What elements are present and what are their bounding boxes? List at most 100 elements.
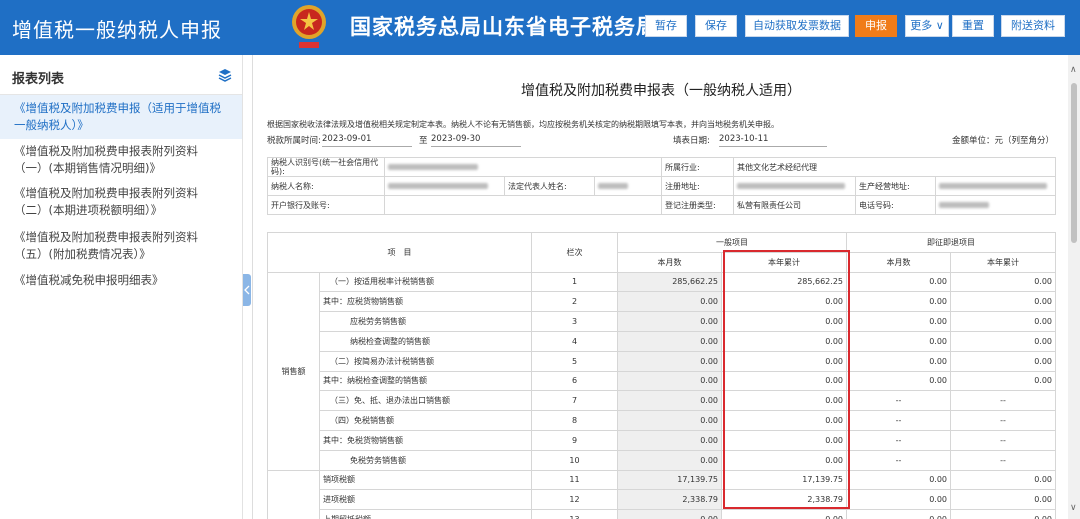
- general-year-cell[interactable]: 0.00: [721, 350, 847, 372]
- table-row: （二）按简易办法计税销售额 5 0.00 0.00 0.00 0.00: [268, 350, 1056, 372]
- layers-icon[interactable]: [218, 68, 232, 82]
- table-row: 纳税检查调整的销售额 4 0.00 0.00 0.00 0.00: [268, 330, 1056, 352]
- row-line-cell: 3: [531, 311, 618, 332]
- general-year-cell[interactable]: 0.00: [721, 330, 847, 352]
- general-year-cell[interactable]: 0.00: [721, 410, 847, 431]
- period-start-field[interactable]: 2023-09-01: [322, 134, 412, 147]
- form-title: 增值税及附加税费申报表（一般纳税人适用）: [521, 83, 801, 99]
- sidebar-item-exemption[interactable]: 《增值税减免税申报明细表》: [0, 270, 242, 289]
- reg-type-value: 私营有限责任公司: [733, 195, 857, 215]
- refund-year-cell[interactable]: --: [950, 410, 1056, 431]
- general-year-cell[interactable]: 2,338.79: [721, 489, 847, 511]
- table-row: 进项税额 12 2,338.79 2,338.79 0.00 0.00: [268, 489, 1056, 511]
- general-month-cell[interactable]: 0.00: [617, 311, 722, 332]
- refund-month-cell[interactable]: 0.00: [846, 370, 951, 392]
- reg-address-value: [733, 176, 857, 196]
- refund-month-cell[interactable]: --: [846, 449, 951, 471]
- general-month-cell[interactable]: 0.00: [617, 509, 722, 519]
- refund-month-cell[interactable]: 0.00: [846, 350, 951, 372]
- period-end-field[interactable]: 2023-09-30: [431, 134, 521, 147]
- general-month-cell[interactable]: 285,662.25: [617, 271, 722, 293]
- general-year-cell[interactable]: 17,139.75: [721, 469, 847, 491]
- table-row: 应税劳务销售额 3 0.00 0.00 0.00 0.00: [268, 311, 1056, 332]
- reg-type-label: 登记注册类型:: [661, 195, 735, 215]
- scroll-thumb[interactable]: [1071, 83, 1077, 243]
- general-month-cell[interactable]: 0.00: [617, 410, 722, 431]
- refund-year-cell[interactable]: 0.00: [950, 370, 1056, 392]
- col-line-header: 栏次: [531, 232, 618, 273]
- refund-year-cell[interactable]: 0.00: [950, 489, 1056, 511]
- general-year-cell[interactable]: 0.00: [721, 291, 847, 313]
- attach-docs-button[interactable]: 附送资料: [1001, 15, 1065, 37]
- declare-button[interactable]: 申报: [855, 15, 897, 37]
- refund-year-cell[interactable]: 0.00: [950, 311, 1056, 332]
- redacted-value: [388, 183, 488, 189]
- refund-year-cell[interactable]: 0.00: [950, 509, 1056, 519]
- more-button[interactable]: 更多 ∨: [905, 15, 949, 37]
- table-row: 其中：纳税检查调整的销售额 6 0.00 0.00 0.00 0.00: [268, 370, 1056, 392]
- general-year-cell[interactable]: 0.00: [721, 449, 847, 471]
- form-note: 根据国家税收法律法规及增值税相关规定制定本表。纳税人不论有无销售额，均应按税务机…: [267, 120, 779, 129]
- refund-month-cell[interactable]: --: [846, 410, 951, 431]
- refund-month-cell[interactable]: 0.00: [846, 509, 951, 519]
- general-month-cell[interactable]: 17,139.75: [617, 469, 722, 491]
- scroll-up-icon[interactable]: ∧: [1070, 65, 1077, 75]
- general-year-cell[interactable]: 0.00: [721, 370, 847, 392]
- general-month-cell[interactable]: 0.00: [617, 429, 722, 451]
- general-month-cell[interactable]: 2,338.79: [617, 489, 722, 511]
- table-row: 上期留抵税额130.000.000.000.00: [268, 509, 1056, 519]
- general-year-cell[interactable]: 0.00: [721, 429, 847, 451]
- taxpayer-id-label: 纳税人识别号(统一社会信用代码):: [267, 157, 385, 177]
- general-month-cell[interactable]: 0.00: [617, 370, 722, 392]
- row-item-cell: （四）免税销售额: [319, 410, 532, 431]
- refund-year-cell[interactable]: 0.00: [950, 271, 1056, 293]
- sidebar-collapse-tab[interactable]: [243, 274, 251, 306]
- app-header: 增值税一般纳税人申报 国家税务总局山东省电子税务局 暂存 保存 自动获取发票数据…: [0, 0, 1080, 55]
- vertical-scrollbar[interactable]: ∧ ∨: [1068, 55, 1080, 519]
- general-month-cell[interactable]: 0.00: [617, 330, 722, 352]
- refund-year-cell[interactable]: 0.00: [950, 330, 1056, 352]
- scroll-down-icon[interactable]: ∨: [1070, 503, 1077, 513]
- save-button[interactable]: 保存: [695, 15, 737, 37]
- general-year-cell[interactable]: 0.00: [721, 390, 847, 412]
- row-item-cell: 其中：纳税检查调整的销售额: [319, 370, 532, 392]
- general-year-cell[interactable]: 285,662.25: [721, 271, 847, 293]
- legal-rep-label: 法定代表人姓名:: [504, 176, 595, 196]
- auto-fetch-invoice-button[interactable]: 自动获取发票数据: [745, 15, 849, 37]
- general-month-cell[interactable]: 0.00: [617, 390, 722, 412]
- general-year-cell[interactable]: 0.00: [721, 509, 847, 519]
- general-year-cell[interactable]: 0.00: [721, 311, 847, 332]
- redacted-value: [939, 183, 1048, 189]
- general-month-cell[interactable]: 0.00: [617, 350, 722, 372]
- refund-month-cell[interactable]: 0.00: [846, 271, 951, 293]
- general-month-cell[interactable]: 0.00: [617, 449, 722, 471]
- refund-month-cell[interactable]: 0.00: [846, 311, 951, 332]
- refund-year-cell[interactable]: 0.00: [950, 350, 1056, 372]
- refund-year-cell[interactable]: --: [950, 390, 1056, 412]
- fill-date-field[interactable]: 2023-10-11: [719, 134, 827, 147]
- sidebar-item-schedule-5[interactable]: 《增值税及附加税费申报表附列资料（五）(附加税费情况表）》: [0, 227, 242, 263]
- refund-month-cell[interactable]: --: [846, 429, 951, 451]
- save-draft-button[interactable]: 暂存: [645, 15, 687, 37]
- row-line-cell: 5: [531, 350, 618, 372]
- refund-month-cell[interactable]: 0.00: [846, 291, 951, 313]
- refund-year-cell[interactable]: 0.00: [950, 291, 1056, 313]
- reset-button[interactable]: 重置: [952, 15, 994, 37]
- group-sales-cell: 销售额: [267, 271, 320, 471]
- refund-month-cell[interactable]: 0.00: [846, 469, 951, 491]
- refund-month-cell[interactable]: 0.00: [846, 330, 951, 352]
- sidebar-item-schedule-1[interactable]: 《增值税及附加税费申报表附列资料（一）(本期销售情况明细)》: [0, 141, 242, 177]
- redacted-value: [737, 183, 846, 189]
- row-item-cell: 免税劳务销售额: [319, 449, 532, 471]
- refund-year-cell[interactable]: --: [950, 429, 1056, 451]
- refund-year-cell[interactable]: --: [950, 449, 1056, 471]
- general-month-cell[interactable]: 0.00: [617, 291, 722, 313]
- sidebar-item-main-form[interactable]: 《增值税及附加税费申报（适用于增值税一般纳税人）》: [0, 95, 242, 139]
- sidebar-item-schedule-2[interactable]: 《增值税及附加税费申报表附列资料（二）(本期进项税额明细）》: [0, 183, 242, 219]
- row-item-cell: （一）按适用税率计税销售额: [319, 271, 532, 293]
- refund-month-cell[interactable]: 0.00: [846, 489, 951, 511]
- refund-year-cell[interactable]: 0.00: [950, 469, 1056, 491]
- row-line-cell: 8: [531, 410, 618, 431]
- taxpayer-id-value: [383, 157, 663, 177]
- refund-month-cell[interactable]: --: [846, 390, 951, 412]
